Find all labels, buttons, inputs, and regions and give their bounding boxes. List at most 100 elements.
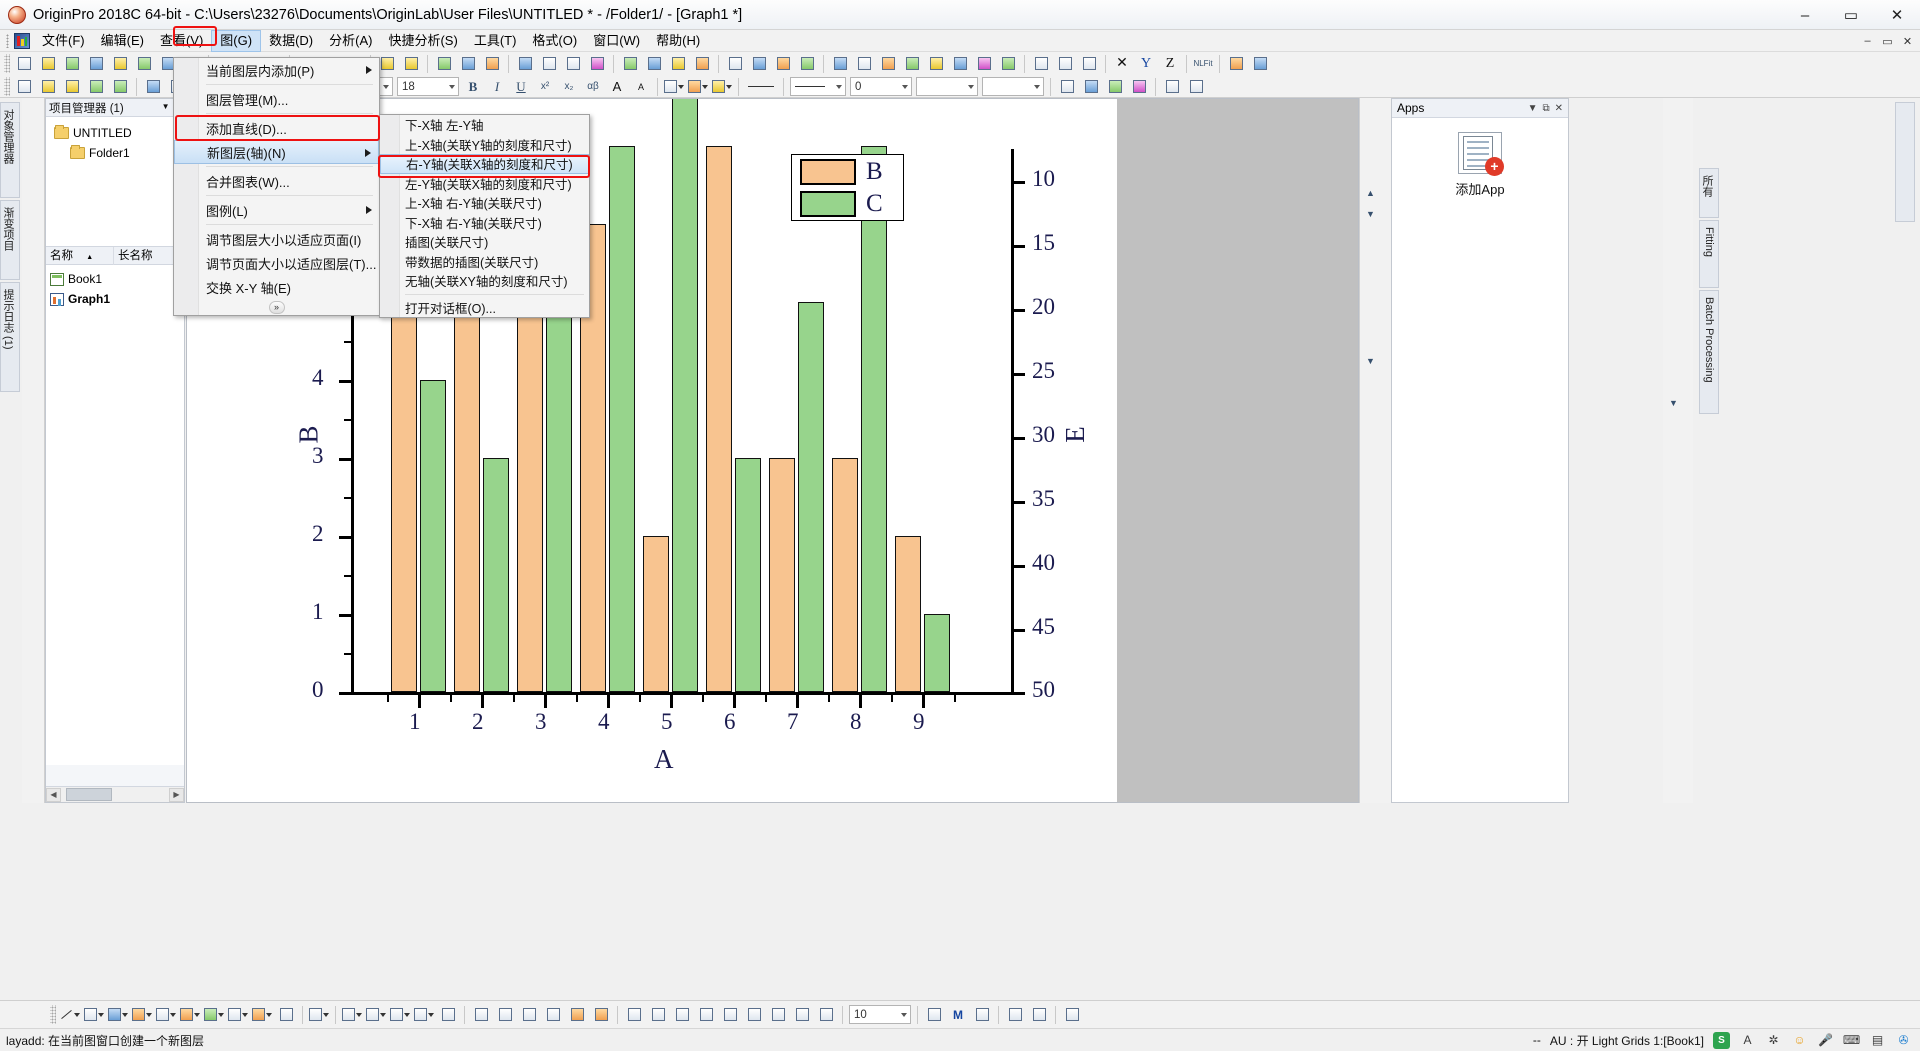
chevron-down-icon[interactable]: ▼ <box>1528 103 1538 114</box>
more-right-tools-icon[interactable]: ▼ <box>1663 392 1684 413</box>
add-app-icon[interactable]: + <box>1458 132 1504 176</box>
distribute-h-icon[interactable] <box>743 1004 765 1025</box>
maximize-button[interactable]: ▭ <box>1828 0 1874 30</box>
menu-item-fit-page-to-layer[interactable]: 调节页面大小以适应图层(T)... <box>174 251 379 275</box>
app-gallery-icon[interactable] <box>1225 53 1247 74</box>
scale-in-icon[interactable] <box>37 76 59 97</box>
ternary-icon[interactable] <box>437 1004 459 1025</box>
superscript-button[interactable]: x² <box>534 76 556 97</box>
pointer-tool-icon[interactable] <box>22 98 43 119</box>
submenu-item-bottom-x-right-y[interactable]: 下-X轴 右-Y轴(关联尺寸) <box>380 213 589 233</box>
fft-tool-icon[interactable] <box>1663 266 1684 287</box>
menubar-grip[interactable] <box>0 30 14 52</box>
menu-file[interactable]: 文件(F) <box>34 30 93 52</box>
ungroup-icon[interactable] <box>1185 76 1207 97</box>
stats-box-icon[interactable] <box>470 1004 492 1025</box>
polygon-tool-icon[interactable] <box>22 266 43 287</box>
lock-icon[interactable] <box>1061 1004 1083 1025</box>
chevron-down-icon[interactable] <box>902 85 908 89</box>
gadget-icon[interactable] <box>796 53 818 74</box>
chevron-down-icon[interactable] <box>383 85 389 89</box>
fill-color-icon[interactable] <box>711 76 733 97</box>
close-icon[interactable]: ✕ <box>1555 103 1563 114</box>
bar-c-5[interactable] <box>672 99 698 692</box>
layer-down-icon[interactable]: ▼ <box>1360 203 1381 224</box>
doc-restore-button[interactable]: ▭ <box>1879 33 1896 50</box>
bottom-toolbar-grip[interactable] <box>50 1005 56 1024</box>
stats-matrix-icon[interactable] <box>566 1004 588 1025</box>
stats-scatter-icon[interactable] <box>542 1004 564 1025</box>
mask-tool-icon[interactable] <box>923 1004 945 1025</box>
surface3d-icon[interactable] <box>341 1004 363 1025</box>
bar-b-7[interactable] <box>769 458 795 692</box>
minimize-button[interactable]: – <box>1782 0 1828 30</box>
bar-c-9[interactable] <box>924 614 950 692</box>
send-back-icon[interactable] <box>815 1004 837 1025</box>
swap-data-icon[interactable] <box>1028 1004 1050 1025</box>
bar-c-4[interactable] <box>609 146 635 692</box>
increase-font-button[interactable]: A <box>606 76 628 97</box>
zoom-tool-icon[interactable] <box>22 329 43 350</box>
menu-item-merge-graphs[interactable]: 合并图表(W)... <box>174 169 379 193</box>
add-plot-icon[interactable] <box>1360 119 1381 140</box>
align-left-icon[interactable] <box>663 76 685 97</box>
chevron-down-icon[interactable]: ▼ <box>162 102 170 113</box>
submenu-item-bottom-x-left-y[interactable]: 下-X轴 左-Y轴 <box>380 115 589 135</box>
plot-setup-icon[interactable] <box>643 53 665 74</box>
line-draw-icon[interactable] <box>59 1004 81 1025</box>
submenu-item-top-x-right-y[interactable]: 上-X轴 右-Y轴(关联尺寸) <box>380 193 589 213</box>
stats-qc-icon[interactable] <box>518 1004 540 1025</box>
extract-icon[interactable] <box>691 53 713 74</box>
menu-tools[interactable]: 工具(T) <box>466 30 525 52</box>
bar-b-9[interactable] <box>895 536 921 692</box>
pie-plot-icon[interactable] <box>925 53 947 74</box>
bold-button[interactable]: B <box>462 76 484 97</box>
pan-icon[interactable] <box>1078 53 1100 74</box>
text-color-icon[interactable] <box>687 76 709 97</box>
group-icon[interactable] <box>1161 76 1183 97</box>
peak-tool-icon[interactable] <box>1663 287 1684 308</box>
mask-letter-icon[interactable]: M <box>947 1004 969 1025</box>
reorder-icon[interactable] <box>1360 266 1381 287</box>
contour3d-icon[interactable] <box>413 1004 435 1025</box>
arrange-layers-icon[interactable] <box>1360 161 1381 182</box>
new-layer-submenu[interactable]: 下-X轴 左-Y轴 上-X轴(关联Y轴的刻度和尺寸) 右-Y轴(关联X轴的刻度和… <box>379 114 590 318</box>
line-style-icon[interactable] <box>744 76 778 97</box>
redo-icon[interactable] <box>400 53 422 74</box>
transparency-icon[interactable] <box>1104 76 1126 97</box>
filter-tool-icon[interactable] <box>1663 224 1684 245</box>
link-axes-icon[interactable] <box>1360 224 1381 245</box>
style-combo-1[interactable] <box>916 77 978 96</box>
speed-mode-icon[interactable] <box>748 53 770 74</box>
duplicate-icon[interactable] <box>457 53 479 74</box>
greek-button[interactable]: αβ <box>582 76 604 97</box>
distribute-v-icon[interactable] <box>767 1004 789 1025</box>
microphone-icon[interactable]: 🎤 <box>1817 1032 1834 1049</box>
open-excel-icon[interactable] <box>133 53 155 74</box>
scroll-right-icon[interactable]: ▶ <box>169 787 184 802</box>
add-app-label[interactable]: 添加App <box>1455 179 1504 198</box>
tree-item-folder1[interactable]: Folder1 <box>50 143 180 163</box>
new-folder-icon[interactable] <box>37 53 59 74</box>
curved-arrow-tool-icon[interactable] <box>22 203 43 224</box>
scale-out-icon[interactable] <box>61 76 83 97</box>
masking-icon[interactable] <box>772 53 794 74</box>
chevron-down-icon[interactable] <box>968 85 974 89</box>
menu-item-fit-layer-to-page[interactable]: 调节图层大小以适应页面(I) <box>174 227 379 251</box>
bar-c-7[interactable] <box>798 302 824 692</box>
zoom-out-icon[interactable] <box>1054 53 1076 74</box>
menu-item-swap-xy-axes[interactable]: 交换 X-Y 轴(E) <box>174 275 379 299</box>
pie-chart-icon[interactable] <box>227 1004 249 1025</box>
column-header-name[interactable]: 名称 ▲ <box>46 246 114 265</box>
menu-view[interactable]: 查看(V) <box>152 30 211 52</box>
style-combo-2[interactable] <box>982 77 1044 96</box>
submenu-item-inset-with-data[interactable]: 带数据的插图(关联尺寸) <box>380 252 589 272</box>
freehand-tool-icon[interactable] <box>22 161 43 182</box>
doc-close-button[interactable]: ✕ <box>1899 33 1916 50</box>
bar-b-5[interactable] <box>643 536 669 692</box>
column-bar-icon[interactable] <box>131 1004 153 1025</box>
new-graph-icon[interactable] <box>85 53 107 74</box>
menu-edit[interactable]: 编辑(E) <box>93 30 152 52</box>
underline-button[interactable]: U <box>510 76 532 97</box>
submenu-item-no-axis[interactable]: 无轴(关联XY轴的刻度和尺寸) <box>380 271 589 291</box>
